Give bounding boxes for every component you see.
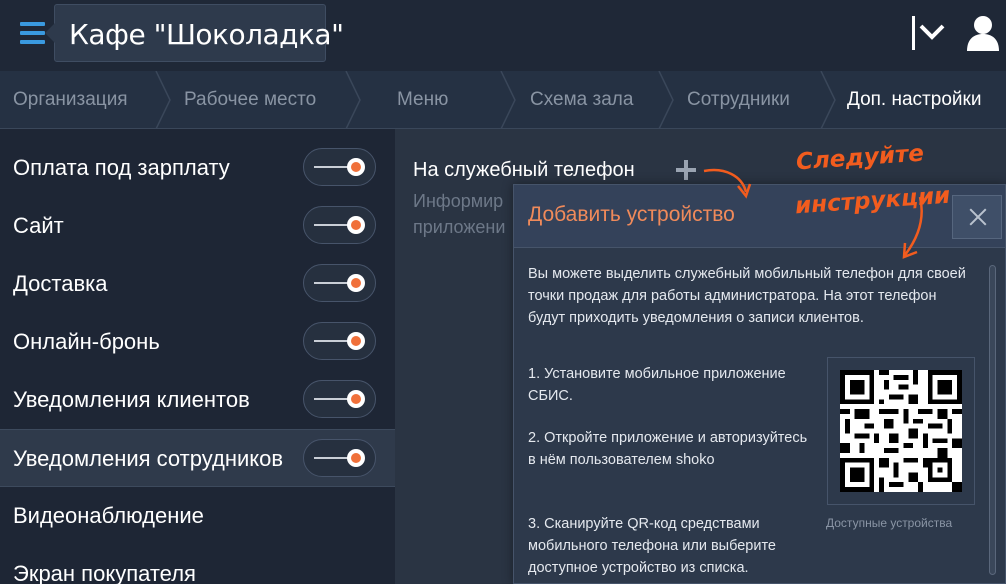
online-booking-toggle[interactable] — [303, 322, 376, 360]
sidebar-item-label: Сайт — [13, 213, 64, 238]
add-icon[interactable] — [676, 159, 698, 181]
section-description-line: приложени — [413, 217, 506, 237]
user-icon[interactable] — [966, 14, 1000, 52]
sidebar-item-client-notifications[interactable]: Уведомления клиентов — [0, 371, 395, 429]
section-description-line: Информир — [413, 191, 504, 211]
instruction-step-1: 1. Установите мобильное приложение СБИС. — [528, 366, 786, 404]
sidebar-item-label: Экран покупателя — [13, 561, 196, 584]
qr-code-icon — [840, 370, 962, 492]
menu-icon[interactable] — [20, 22, 45, 44]
section-title: На служебный телефон — [413, 159, 635, 181]
client-notifications-toggle[interactable] — [303, 380, 376, 418]
sidebar-item-label: Оплата под зарплату — [13, 155, 230, 180]
tab-menu[interactable]: Меню — [397, 71, 448, 129]
sidebar-item-customer-screen[interactable]: Экран покупателя — [0, 545, 395, 584]
dialog-scrollbar[interactable] — [989, 265, 996, 575]
qr-code-panel[interactable] — [827, 357, 975, 505]
instruction-step-3: 3. Сканируйте QR-код средствами мобильно… — [528, 516, 776, 576]
tab-separator — [658, 71, 674, 129]
tab-extra-settings[interactable]: Доп. настройки — [847, 71, 981, 129]
tab-separator — [155, 71, 171, 129]
close-button[interactable] — [952, 195, 1002, 239]
tab-organization[interactable]: Организация — [13, 71, 128, 129]
sidebar-item-label: Уведомления сотрудников — [13, 446, 284, 471]
add-device-dialog: Добавить устройство Вы можете выделить с… — [513, 184, 1006, 584]
sidebar-item-label: Уведомления клиентов — [13, 387, 250, 412]
sidebar-item-online-booking[interactable]: Онлайн-бронь — [0, 313, 395, 371]
tab-separator — [820, 71, 836, 129]
tab-separator — [500, 71, 516, 129]
salary-payment-toggle[interactable] — [303, 148, 376, 186]
sidebar-item-employee-notifications[interactable]: Уведомления сотрудников — [0, 429, 395, 487]
settings-tabs: Организация Рабочее место Меню Схема зал… — [0, 71, 1006, 129]
divider — [912, 16, 915, 50]
sidebar-item-video-surveillance[interactable]: Видеонаблюдение — [0, 487, 395, 545]
employee-notifications-toggle[interactable] — [303, 439, 376, 477]
chevron-down-icon[interactable] — [918, 22, 946, 42]
instruction-step-2: 2. Откройте приложение и авторизуйтесь в… — [528, 430, 808, 468]
annotation-text: Следуйте — [795, 140, 925, 176]
sidebar-item-site[interactable]: Сайт — [0, 197, 395, 255]
sidebar-item-salary-payment[interactable]: Оплата под зарплату — [0, 139, 395, 197]
sidebar-item-delivery[interactable]: Доставка — [0, 255, 395, 313]
tab-workplace[interactable]: Рабочее место — [184, 71, 316, 129]
delivery-toggle[interactable] — [303, 264, 376, 302]
app-header: Кафе "Шоколадка" — [0, 0, 1006, 71]
tab-hall-scheme[interactable]: Схема зала — [530, 71, 633, 129]
section-description: Информир приложени — [413, 188, 523, 240]
site-toggle[interactable] — [303, 206, 376, 244]
settings-sidebar: Оплата под зарплату Сайт Доставка Онлайн… — [0, 129, 395, 584]
available-devices-link[interactable]: Доступные устройства — [826, 516, 952, 530]
dialog-title: Добавить устройство — [528, 203, 735, 226]
sidebar-item-label: Видеонаблюдение — [13, 503, 204, 528]
dialog-intro-text: Вы можете выделить служебный мобильный т… — [528, 266, 966, 326]
location-title-box[interactable]: Кафе "Шоколадка" — [45, 4, 344, 62]
sidebar-item-label: Онлайн-бронь — [13, 329, 160, 354]
tab-employees[interactable]: Сотрудники — [687, 71, 790, 129]
page-title: Кафе "Шоколадка" — [69, 18, 344, 51]
tab-separator — [345, 71, 361, 129]
sidebar-item-label: Доставка — [13, 271, 108, 296]
